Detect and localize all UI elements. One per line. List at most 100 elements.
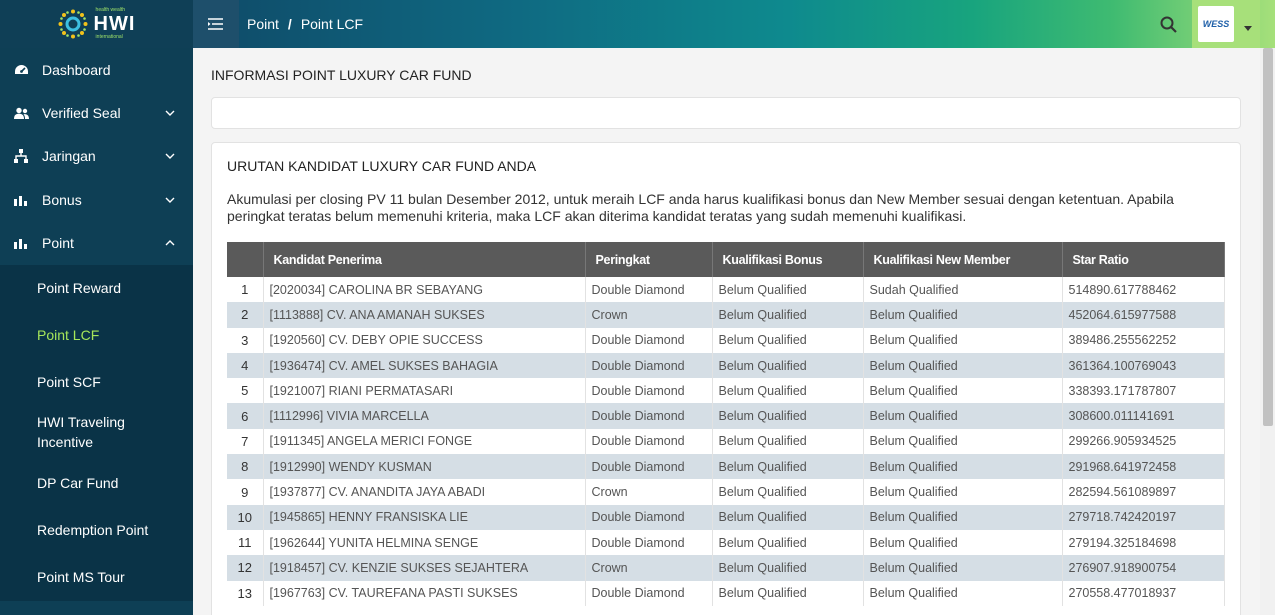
table-row: 4 [1936474] CV. AMEL SUKSES BAHAGIA Double… bbox=[227, 352, 1225, 379]
cell-peringkat: Double Diamond bbox=[585, 428, 713, 455]
cell-no: 12 bbox=[227, 555, 264, 581]
cell-kualifikasi-bonus: Belum Qualified bbox=[712, 277, 864, 303]
cell-star-ratio: 452064.615977588 bbox=[1062, 302, 1225, 328]
card-title: URUTAN KANDIDAT LUXURY CAR FUND ANDA bbox=[227, 158, 537, 174]
cell-no: 13 bbox=[227, 580, 264, 606]
logo-wordmark: health wealth HWI international bbox=[94, 8, 136, 40]
table-row: 2 [1113888] CV. ANA AMANAH SUKSES Crown Bel… bbox=[227, 302, 1225, 328]
cell-kandidat: [1113888] CV. ANA AMANAH SUKSES bbox=[263, 302, 586, 328]
sidebar-toggle-button[interactable] bbox=[193, 0, 239, 48]
vertical-scrollbar[interactable] bbox=[1260, 48, 1275, 615]
column-header-star-ratio: Star Ratio bbox=[1062, 242, 1225, 277]
cell-star-ratio: 389486.255562252 bbox=[1062, 327, 1225, 353]
cell-peringkat: Double Diamond bbox=[585, 352, 713, 379]
cell-peringkat: Crown bbox=[585, 302, 713, 328]
column-header-kualifikasi-new-member: Kualifikasi New Member bbox=[863, 242, 1063, 277]
cell-kualifikasi-new-member: Belum Qualified bbox=[863, 403, 1063, 429]
cell-kualifikasi-bonus: Belum Qualified bbox=[712, 352, 864, 379]
cell-kualifikasi-new-member: Belum Qualified bbox=[863, 555, 1063, 581]
cell-kualifikasi-new-member: Belum Qualified bbox=[863, 529, 1063, 556]
lcf-candidates-card: URUTAN KANDIDAT LUXURY CAR FUND ANDA Aku… bbox=[211, 142, 1241, 615]
sidebar-item-label: Bonus bbox=[42, 191, 82, 208]
cell-kualifikasi-new-member: Belum Qualified bbox=[863, 428, 1063, 455]
sun-logo-icon bbox=[58, 9, 88, 39]
cell-kualifikasi-bonus: Belum Qualified bbox=[712, 555, 864, 581]
sidebar-item-verified-seal[interactable]: Verified Seal bbox=[0, 91, 193, 134]
cell-kualifikasi-bonus: Belum Qualified bbox=[712, 504, 864, 530]
cell-no: 9 bbox=[227, 479, 264, 505]
topbar: Point / Point LCF WESS bbox=[193, 0, 1275, 48]
sidebar-item-label: Point bbox=[42, 235, 74, 252]
submenu-item-point-lcf[interactable]: Point LCF bbox=[0, 311, 193, 359]
cell-kualifikasi-bonus: Belum Qualified bbox=[712, 403, 864, 429]
table-row: 3 [1920560] CV. DEBY OPIE SUCCESS Double D… bbox=[227, 327, 1225, 353]
cell-kandidat: [1920560] CV. DEBY OPIE SUCCESS bbox=[263, 327, 586, 353]
sidebar: health wealth HWI international Dashboar… bbox=[0, 0, 193, 615]
table-row: 7 [1911345] ANGELA MERICI FONGE Double Dia… bbox=[227, 428, 1225, 455]
sidebar-item-jaringan[interactable]: Jaringan bbox=[0, 135, 193, 178]
submenu-item-hwi-traveling-incentive[interactable]: HWI Traveling Incentive bbox=[0, 405, 140, 460]
cell-kualifikasi-bonus: Belum Qualified bbox=[712, 327, 864, 353]
cell-kandidat: [1936474] CV. AMEL SUKSES BAHAGIA bbox=[263, 352, 586, 379]
caret-down-icon bbox=[1244, 25, 1252, 31]
logo-tagline-bottom: international bbox=[95, 34, 123, 40]
search-button[interactable] bbox=[1150, 0, 1186, 48]
cell-kandidat: [1937877] CV. ANANDITA JAYA ABADI bbox=[263, 479, 586, 505]
cell-peringkat: Double Diamond bbox=[585, 327, 713, 353]
cell-kualifikasi-new-member: Belum Qualified bbox=[863, 302, 1063, 328]
submenu-item-label: HWI Traveling Incentive bbox=[37, 414, 125, 451]
sidebar-item-dashboard[interactable]: Dashboard bbox=[0, 48, 193, 91]
brand-logo[interactable]: health wealth HWI international bbox=[0, 0, 193, 48]
cell-kualifikasi-new-member: Belum Qualified bbox=[863, 352, 1063, 379]
cell-kualifikasi-new-member: Belum Qualified bbox=[863, 378, 1063, 404]
chevron-down-icon bbox=[165, 195, 175, 205]
cell-no: 2 bbox=[227, 302, 264, 328]
cell-no: 11 bbox=[227, 529, 264, 556]
submenu-item-point-scf[interactable]: Point SCF bbox=[0, 359, 193, 405]
cell-star-ratio: 279718.742420197 bbox=[1062, 504, 1225, 530]
cell-peringkat: Double Diamond bbox=[585, 504, 713, 530]
scrollbar-thumb[interactable] bbox=[1263, 48, 1273, 426]
cell-kualifikasi-bonus: Belum Qualified bbox=[712, 302, 864, 328]
chevron-up-icon bbox=[165, 238, 175, 248]
table-header-row: Kandidat Penerima Peringkat Kualifikasi … bbox=[227, 242, 1225, 277]
cell-kualifikasi-new-member: Sudah Qualified bbox=[863, 277, 1063, 303]
topbar-right: WESS bbox=[1150, 0, 1260, 48]
avatar-text: WESS bbox=[1202, 19, 1230, 29]
avatar: WESS bbox=[1198, 6, 1234, 42]
cell-peringkat: Double Diamond bbox=[585, 580, 713, 606]
cell-star-ratio: 291968.641972458 bbox=[1062, 454, 1225, 480]
table-row: 13 [1967763] CV. TAUREFANA PASTI SUKSES Do… bbox=[227, 580, 1225, 606]
submenu-item-redemption-point[interactable]: Redemption Point bbox=[0, 507, 193, 554]
submenu-item-dp-car-fund[interactable]: DP Car Fund bbox=[0, 460, 193, 507]
cell-star-ratio: 338393.171787807 bbox=[1062, 378, 1225, 404]
submenu-item-point-reward[interactable]: Point Reward bbox=[0, 265, 193, 311]
breadcrumb-current: Point LCF bbox=[300, 16, 364, 32]
logo-tagline-top: health wealth bbox=[95, 7, 126, 13]
sidebar-item-point[interactable]: Point bbox=[0, 222, 193, 265]
cell-peringkat: Double Diamond bbox=[585, 529, 713, 556]
cell-no: 1 bbox=[227, 277, 264, 303]
submenu-item-label: Point SCF bbox=[37, 373, 101, 390]
cell-no: 6 bbox=[227, 403, 264, 429]
cell-kualifikasi-new-member: Belum Qualified bbox=[863, 327, 1063, 353]
cell-kualifikasi-new-member: Belum Qualified bbox=[863, 454, 1063, 480]
cell-kandidat: [1967763] CV. TAUREFANA PASTI SUKSES bbox=[263, 580, 586, 606]
table-row: 8 [1912990] WENDY KUSMAN Double Diamond Bel… bbox=[227, 454, 1225, 480]
submenu-item-label: DP Car Fund bbox=[37, 475, 119, 492]
table-row: 11 [1962644] YUNITA HELMINA SENGE Double D… bbox=[227, 529, 1225, 556]
cell-star-ratio: 282594.561089897 bbox=[1062, 479, 1225, 505]
user-menu[interactable]: WESS bbox=[1192, 0, 1260, 48]
cell-kualifikasi-bonus: Belum Qualified bbox=[712, 378, 864, 404]
submenu-item-point-ms-tour[interactable]: Point MS Tour bbox=[0, 554, 193, 601]
cell-peringkat: Double Diamond bbox=[585, 378, 713, 404]
cell-star-ratio: 276907.918900754 bbox=[1062, 555, 1225, 581]
breadcrumb-parent-link[interactable]: Point bbox=[247, 16, 279, 32]
table-row: 6 [1112996] VIVIA MARCELLA Double Diamond B… bbox=[227, 403, 1225, 429]
table-row: 1 [2020034] CAROLINA BR SEBAYANG Double Di… bbox=[227, 277, 1225, 303]
menu-toggle-icon bbox=[208, 18, 223, 30]
cell-star-ratio: 514890.617788462 bbox=[1062, 277, 1225, 303]
cell-no: 8 bbox=[227, 454, 264, 480]
card-description: Akumulasi per closing PV 11 bulan Desemb… bbox=[227, 191, 1174, 224]
sidebar-item-bonus[interactable]: Bonus bbox=[0, 178, 193, 221]
